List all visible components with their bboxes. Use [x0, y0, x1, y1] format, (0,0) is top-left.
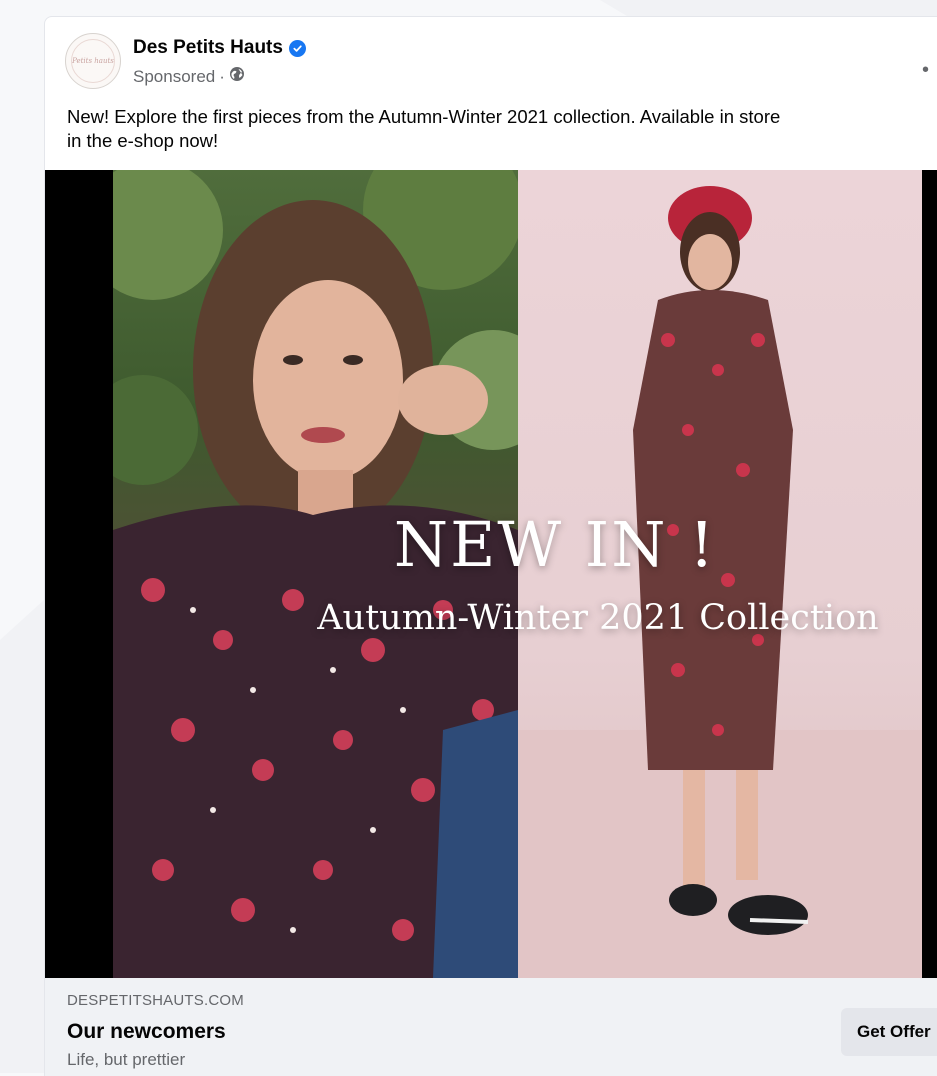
post-message: New! Explore the first pieces from the A… [67, 105, 937, 153]
post-meta: Sponsored · [133, 66, 245, 87]
link-headline[interactable]: Our newcomers [67, 1020, 226, 1044]
more-options-icon[interactable]: • [922, 59, 931, 82]
link-preview[interactable]: DESPETITSHAUTS.COM Our newcomers Life, b… [45, 978, 937, 1076]
overlay-title: NEW IN ! [393, 508, 717, 581]
get-offer-button[interactable]: Get Offer [841, 1008, 937, 1056]
post-message-line-2: in the e-shop now! [67, 130, 219, 151]
globe-icon [229, 66, 245, 87]
link-domain: DESPETITSHAUTS.COM [67, 992, 244, 1009]
sponsored-label[interactable]: Sponsored [133, 67, 215, 87]
page-name-link[interactable]: Des Petits Hauts [133, 37, 283, 59]
page-name-row: Des Petits Hauts [133, 37, 306, 59]
verified-badge-icon [288, 39, 306, 57]
overlay-subtitle: Autumn-Winter 2021 Collection [317, 598, 879, 638]
avatar-logo-text: Petits hauts [72, 57, 114, 65]
ad-video[interactable]: NEW IN ! Autumn-Winter 2021 Collection [45, 170, 937, 978]
post-header: Petits hauts Des Petits Hauts Sponsored … [65, 33, 929, 91]
page-avatar[interactable]: Petits hauts [65, 33, 121, 89]
link-description: Life, but prettier [67, 1050, 186, 1069]
sponsored-post-card: Petits hauts Des Petits Hauts Sponsored … [44, 16, 937, 1076]
brand-logo: Petits hauts [71, 39, 115, 83]
meta-separator: · [219, 66, 225, 86]
post-message-line-1: New! Explore the first pieces from the A… [67, 106, 781, 127]
